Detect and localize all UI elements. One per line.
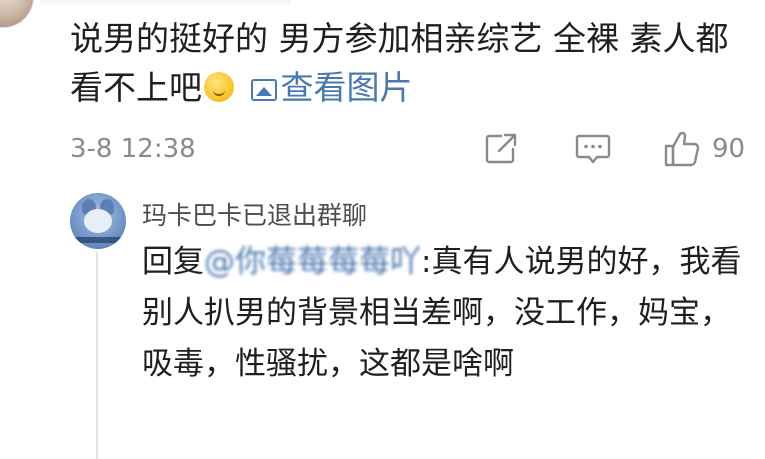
reply-prefix: 回复 <box>142 244 204 280</box>
sweat-smile-emoji-icon <box>204 72 234 102</box>
comment-actions-row: 3-8 12:38 90 <box>70 130 760 170</box>
reply-avatar[interactable] <box>70 193 126 249</box>
comment-body: 说男的挺好的 男方参加相亲综艺 全裸 素人都看不上吧 查看图片 <box>70 14 760 112</box>
reply-body: 回复@你莓莓莓莓吖:真有人说男的好，我看别人扒男的背景相当差啊，没工作，妈宝，吸… <box>142 237 742 390</box>
like-count: 90 <box>712 134 746 164</box>
cropped-previous-content <box>40 0 290 6</box>
avatar-face <box>84 209 112 233</box>
mention-link[interactable]: @你莓莓莓莓吖 <box>204 244 421 280</box>
reply-separator: : <box>421 244 432 280</box>
thumbs-up-icon[interactable] <box>663 130 701 168</box>
comment-icon[interactable] <box>575 132 611 166</box>
view-image-link[interactable]: 查看图片 <box>245 68 413 107</box>
commenter-avatar[interactable] <box>0 0 34 28</box>
view-image-label: 查看图片 <box>280 68 413 107</box>
avatar-caption-strip <box>70 237 126 243</box>
image-icon <box>250 79 277 101</box>
share-icon[interactable] <box>484 132 518 166</box>
timestamp: 3-8 12:38 <box>70 134 196 164</box>
reply-thread-line <box>96 252 98 459</box>
reply-username[interactable]: 玛卡巴卡已退出群聊 <box>142 196 367 232</box>
